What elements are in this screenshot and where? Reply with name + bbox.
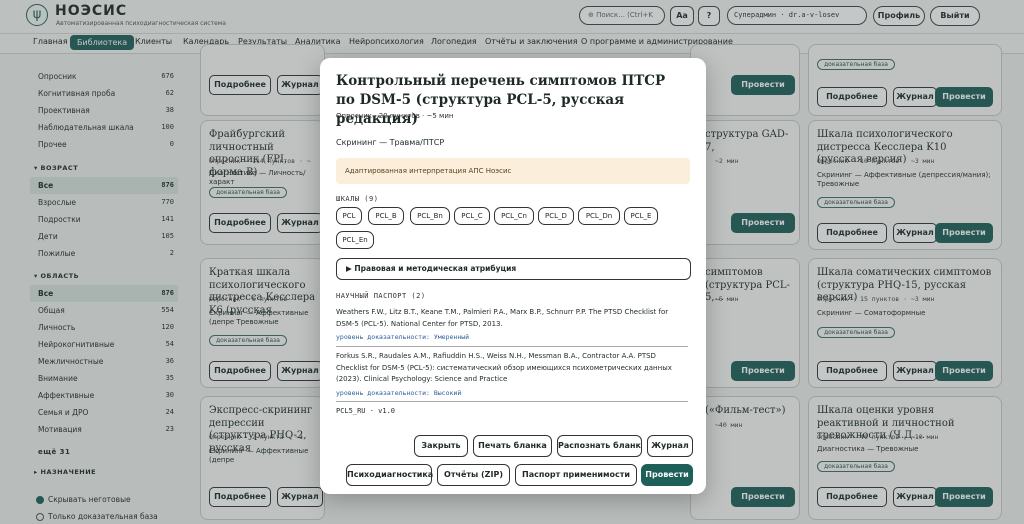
scale-chip[interactable]: PCL_D: [538, 207, 574, 225]
interpretation-notice: Адаптированная интерпретация АПС Ноэсис: [336, 158, 690, 184]
scale-chip[interactable]: PCL_C: [454, 207, 490, 225]
divider: [336, 346, 688, 347]
print-form-button[interactable]: Печать бланка: [473, 435, 552, 457]
applicability-passport-button[interactable]: Паспорт применимости: [515, 464, 637, 486]
reference-citation: Forkus S.R., Raudales A.M., Rafiuddin H.…: [336, 352, 672, 383]
modal-category: Скрининг — Травма/ПТСР: [336, 138, 445, 147]
evidence-level: уровень доказательности: Умеренный: [336, 333, 470, 341]
scale-chip[interactable]: PCL_B: [368, 207, 404, 225]
passport-heading: НАУЧНЫЙ ПАСПОРТ (2): [336, 292, 426, 300]
attribution-toggle[interactable]: ▶ Правовая и методическая атрибуция: [336, 258, 691, 280]
recognize-form-button[interactable]: Распознать бланк: [557, 435, 642, 457]
evidence-level: уровень доказательности: Высокий: [336, 389, 462, 397]
instrument-detail-modal: Контрольный перечень симптомов ПТСР по D…: [320, 58, 706, 494]
divider: [336, 401, 688, 402]
modal-title: Контрольный перечень симптомов ПТСР по D…: [336, 73, 666, 127]
close-button[interactable]: Закрыть: [414, 435, 468, 457]
scale-chip[interactable]: PCL_Bn: [410, 207, 450, 225]
scale-chip[interactable]: PCL_E: [624, 207, 658, 225]
scale-chip[interactable]: PCL: [336, 207, 362, 225]
run-button[interactable]: Провести: [641, 464, 693, 486]
journal-button[interactable]: Журнал: [647, 435, 693, 457]
instrument-version: PCL5_RU · v1.0: [336, 407, 396, 415]
reports-zip-button[interactable]: Отчёты (ZIP): [437, 464, 510, 486]
modal-subtitle: Опросник · 20 пунктов · ~5 мин: [336, 112, 454, 120]
psychodiagnostics-button[interactable]: Психодиагностика: [346, 464, 433, 486]
scale-chip[interactable]: PCL_Cn: [494, 207, 534, 225]
scale-chip[interactable]: PCL_En: [336, 231, 374, 249]
scale-chip[interactable]: PCL_Dn: [578, 207, 620, 225]
reference-citation: Weathers F.W., Litz B.T., Keane T.M., Pa…: [336, 308, 669, 328]
scales-heading: ШКАЛЫ (9): [336, 195, 379, 203]
